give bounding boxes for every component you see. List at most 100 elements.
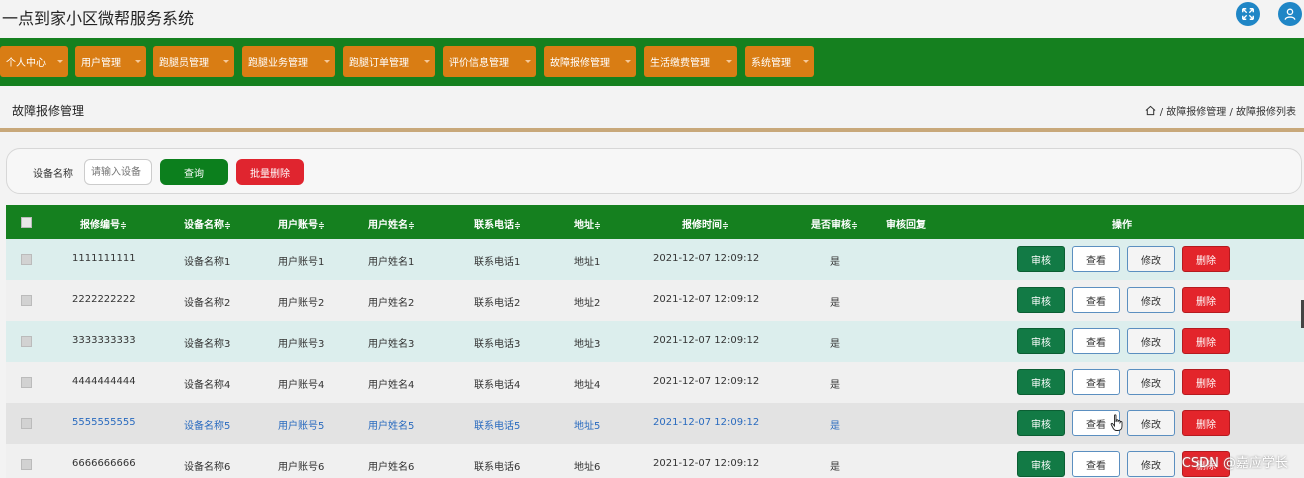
cell-repair-time: 2021-12-07 12:09:12 [653, 335, 760, 346]
device-search-input[interactable] [84, 159, 152, 185]
cell-repair-time: 2021-12-07 12:09:12 [653, 376, 760, 387]
delete-button[interactable]: 删除 [1182, 369, 1230, 395]
row-checkbox[interactable] [21, 336, 32, 347]
cell-phone: 联系电话5 [474, 421, 521, 432]
sort-icon: ≑ [224, 221, 231, 230]
caret-down-icon [525, 60, 531, 63]
caret-down-icon [135, 60, 141, 63]
cell-audited: 是 [830, 298, 840, 309]
cell-user-account: 用户账号2 [278, 298, 325, 309]
cell-audited: 是 [830, 380, 840, 391]
cell-address: 地址1 [574, 257, 601, 268]
col-address[interactable]: 地址≑ [574, 216, 601, 231]
nav-review-management[interactable]: 评价信息管理 [443, 46, 536, 77]
cell-user-name: 用户姓名4 [368, 380, 415, 391]
nav-personal-center[interactable]: 个人中心 [0, 46, 68, 77]
row-checkbox[interactable] [21, 377, 32, 388]
fullscreen-icon[interactable] [1236, 2, 1260, 26]
view-button[interactable]: 查看 [1072, 328, 1120, 354]
nav-utility-payment[interactable]: 生活缴费管理 [644, 46, 737, 77]
expand-icon [1242, 8, 1254, 20]
user-avatar-icon[interactable] [1278, 2, 1302, 26]
row-checkbox[interactable] [21, 295, 32, 306]
audit-button[interactable]: 审核 [1017, 410, 1065, 436]
table-row: 1111111111 设备名称1 用户账号1 用户姓名1 联系电话1 地址1 2… [6, 239, 1304, 280]
home-icon[interactable] [1145, 105, 1156, 116]
delete-button[interactable]: 删除 [1182, 410, 1230, 436]
cell-user-name: 用户姓名3 [368, 339, 415, 350]
cell-phone: 联系电话6 [474, 462, 521, 473]
breadcrumb-path: / 故障报修管理 / 故障报修列表 [1159, 107, 1296, 118]
view-button[interactable]: 查看 [1072, 287, 1120, 313]
caret-down-icon [223, 60, 229, 63]
audit-button[interactable]: 审核 [1017, 287, 1065, 313]
nav-runner-management[interactable]: 跑腿员管理 [153, 46, 234, 77]
view-button[interactable]: 查看 [1072, 451, 1120, 477]
audit-button[interactable]: 审核 [1017, 369, 1065, 395]
cell-address: 地址2 [574, 298, 601, 309]
audit-button[interactable]: 审核 [1017, 246, 1065, 272]
nav-user-management[interactable]: 用户管理 [75, 46, 146, 77]
edit-button[interactable]: 修改 [1127, 287, 1175, 313]
col-audited[interactable]: 是否审核≑ [811, 216, 858, 231]
delete-button[interactable]: 删除 [1182, 328, 1230, 354]
cell-repair-time: 2021-12-07 12:09:12 [653, 458, 760, 469]
cell-address: 地址5 [574, 421, 601, 432]
cell-device-name: 设备名称6 [184, 462, 231, 473]
batch-delete-button[interactable]: 批量删除 [236, 159, 304, 185]
cell-repair-time: 2021-12-07 12:09:12 [653, 253, 760, 264]
col-repair-time[interactable]: 报修时间≑ [682, 216, 729, 231]
row-checkbox[interactable] [21, 459, 32, 470]
col-actions: 操作 [1112, 220, 1132, 231]
top-bar: 一点到家小区微帮服务系统 [0, 0, 1304, 38]
edit-button[interactable]: 修改 [1127, 451, 1175, 477]
cell-repair-id: 5555555555 [72, 417, 136, 428]
repair-table: 报修编号≑ 设备名称≑ 用户账号≑ 用户姓名≑ 联系电话≑ 地址≑ 报修时间≑ … [6, 205, 1304, 478]
query-button[interactable]: 查询 [160, 159, 228, 185]
caret-down-icon [324, 60, 330, 63]
row-checkbox[interactable] [21, 418, 32, 429]
table-row: 2222222222 设备名称2 用户账号2 用户姓名2 联系电话2 地址2 2… [6, 280, 1304, 321]
delete-button[interactable]: 删除 [1182, 246, 1230, 272]
sort-icon: ≑ [722, 221, 729, 230]
caret-down-icon [625, 60, 631, 63]
col-user-name[interactable]: 用户姓名≑ [368, 216, 415, 231]
audit-button[interactable]: 审核 [1017, 328, 1065, 354]
audit-button[interactable]: 审核 [1017, 451, 1065, 477]
cell-user-name: 用户姓名1 [368, 257, 415, 268]
cell-repair-id: 6666666666 [72, 458, 136, 469]
table-body: 1111111111 设备名称1 用户账号1 用户姓名1 联系电话1 地址1 2… [6, 239, 1304, 478]
cell-user-account: 用户账号5 [278, 421, 325, 432]
view-button[interactable]: 查看 [1072, 246, 1120, 272]
cell-user-account: 用户账号6 [278, 462, 325, 473]
cell-device-name: 设备名称5 [184, 421, 231, 432]
row-checkbox[interactable] [21, 254, 32, 265]
table-header: 报修编号≑ 设备名称≑ 用户账号≑ 用户姓名≑ 联系电话≑ 地址≑ 报修时间≑ … [6, 205, 1304, 239]
cell-user-name: 用户姓名2 [368, 298, 415, 309]
cell-repair-time: 2021-12-07 12:09:12 [653, 417, 760, 428]
nav-errand-business[interactable]: 跑腿业务管理 [242, 46, 335, 77]
device-name-label: 设备名称 [33, 169, 73, 180]
delete-button[interactable]: 删除 [1182, 287, 1230, 313]
col-phone[interactable]: 联系电话≑ [474, 216, 521, 231]
col-repair-id[interactable]: 报修编号≑ [80, 216, 127, 231]
select-all-checkbox[interactable] [21, 217, 32, 228]
sort-icon: ≑ [318, 221, 325, 230]
cell-phone: 联系电话2 [474, 298, 521, 309]
page-title: 故障报修管理 [12, 104, 85, 118]
edit-button[interactable]: 修改 [1127, 246, 1175, 272]
cell-device-name: 设备名称4 [184, 380, 231, 391]
col-device-name[interactable]: 设备名称≑ [184, 216, 231, 231]
caret-down-icon [803, 60, 809, 63]
nav-errand-orders[interactable]: 跑腿订单管理 [343, 46, 435, 77]
edit-button[interactable]: 修改 [1127, 369, 1175, 395]
nav-repair-management[interactable]: 故障报修管理 [544, 46, 636, 77]
sort-icon: ≑ [408, 221, 415, 230]
edit-button[interactable]: 修改 [1127, 410, 1175, 436]
sort-icon: ≑ [120, 221, 127, 230]
view-button[interactable]: 查看 [1072, 369, 1120, 395]
nav-system-management[interactable]: 系统管理 [745, 46, 814, 77]
edit-button[interactable]: 修改 [1127, 328, 1175, 354]
cell-address: 地址4 [574, 380, 601, 391]
col-user-account[interactable]: 用户账号≑ [278, 216, 325, 231]
